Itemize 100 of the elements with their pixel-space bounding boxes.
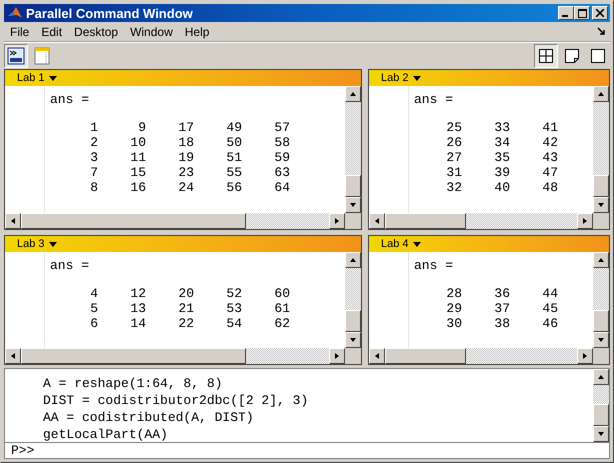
matrix-value: 44 [541, 286, 558, 301]
scroll-thumb[interactable] [345, 310, 361, 332]
scroll-right-button[interactable] [577, 213, 593, 229]
scroll-down-button[interactable] [345, 332, 361, 348]
matrix-value: 63 [273, 165, 290, 180]
matrix-value: 15 [129, 165, 146, 180]
close-icon [596, 9, 604, 17]
matrix-value: 3 [89, 150, 98, 165]
minimize-button[interactable] [558, 6, 574, 20]
up-arrow-icon [597, 374, 605, 380]
maximize-button[interactable] [574, 6, 590, 20]
menu-item[interactable]: Window [124, 26, 179, 38]
left-arrow-icon [10, 352, 16, 360]
horizontal-scrollbar[interactable] [5, 213, 345, 229]
matrix-value: 57 [273, 120, 290, 135]
left-arrow-icon [374, 352, 380, 360]
dropdown-icon[interactable] [412, 76, 421, 80]
down-arrow-icon [597, 202, 605, 208]
matrix-value: 40 [493, 180, 510, 195]
matrix-value: 51 [225, 150, 242, 165]
vertical-scrollbar[interactable] [345, 252, 361, 348]
matrix-value: 20 [177, 286, 194, 301]
matrix-value: 58 [273, 135, 290, 150]
matrix-value: 29 [445, 301, 462, 316]
matrix-value: 18 [177, 135, 194, 150]
matrix-value: 25 [445, 120, 462, 135]
undock-arrow-icon[interactable] [597, 27, 606, 36]
matrix-value: 31 [445, 165, 462, 180]
vertical-scrollbar[interactable] [593, 369, 609, 442]
scroll-up-button[interactable] [593, 369, 609, 385]
lab-title[interactable]: Lab 1 [17, 72, 45, 84]
scroll-up-button[interactable] [593, 86, 609, 102]
vertical-scrollbar[interactable] [593, 252, 609, 348]
horizontal-scrollbar[interactable] [5, 348, 345, 364]
scroll-right-button[interactable] [577, 348, 593, 364]
dropdown-icon[interactable] [48, 76, 57, 80]
scroll-left-button[interactable] [5, 348, 21, 364]
matrix-value: 23 [177, 165, 194, 180]
matrix-value: 53 [225, 301, 242, 316]
scroll-down-button[interactable] [593, 332, 609, 348]
scroll-thumb[interactable] [385, 213, 466, 229]
command-line: A = reshape(1:64, 8, 8) [43, 375, 222, 392]
scroll-left-button[interactable] [5, 213, 21, 229]
scroll-right-button[interactable] [329, 348, 345, 364]
matrix-value: 35 [493, 150, 510, 165]
left-arrow-icon [374, 217, 380, 225]
vertical-scrollbar[interactable] [345, 86, 361, 213]
scroll-thumb[interactable] [593, 310, 609, 332]
lab-title[interactable]: Lab 2 [381, 72, 409, 84]
toolbar-button[interactable] [4, 44, 28, 68]
scroll-thumb[interactable] [21, 348, 246, 364]
command-line: DIST = codistributor2dbc([2 2], 3) [43, 392, 308, 409]
scroll-thumb[interactable] [385, 348, 466, 364]
scroll-left-button[interactable] [369, 213, 385, 229]
matrix-value: 13 [129, 301, 146, 316]
matrix-value: 37 [493, 301, 510, 316]
scroll-down-button[interactable] [593, 426, 609, 442]
matrix-value: 33 [493, 120, 510, 135]
matrix-value: 2 [89, 135, 98, 150]
command-line: AA = codistributed(A, DIST) [43, 409, 254, 426]
matrix-value: 39 [493, 165, 510, 180]
matrix-value: 62 [273, 316, 290, 331]
close-button[interactable] [592, 6, 608, 20]
scroll-up-button[interactable] [345, 86, 361, 102]
matrix-value: 7 [89, 165, 98, 180]
lab-title[interactable]: Lab 3 [17, 238, 45, 250]
grid-layout-icon [539, 48, 553, 62]
scroll-up-button[interactable] [593, 252, 609, 268]
notepad-icon [34, 46, 50, 64]
menu-item[interactable]: File [4, 26, 36, 38]
command-line: getLocalPart(AA) [43, 426, 168, 443]
scroll-left-button[interactable] [369, 348, 385, 364]
horizontal-scrollbar[interactable] [369, 213, 593, 229]
scrollbar-corner [345, 348, 361, 364]
down-arrow-icon [349, 202, 357, 208]
matrix-value: 54 [225, 316, 242, 331]
horizontal-scrollbar[interactable] [369, 348, 593, 364]
matrix-value: 24 [177, 180, 194, 195]
matrix-value: 47 [541, 165, 558, 180]
menu-item[interactable]: Desktop [68, 26, 124, 38]
toolbar-button[interactable] [534, 44, 558, 68]
dropdown-icon[interactable] [48, 242, 57, 246]
vertical-scrollbar[interactable] [593, 86, 609, 213]
scroll-thumb[interactable] [345, 175, 361, 197]
matrix-value: 30 [445, 316, 462, 331]
matrix-value: 45 [541, 301, 558, 316]
lab-title[interactable]: Lab 4 [381, 238, 409, 250]
scroll-up-button[interactable] [345, 252, 361, 268]
scroll-thumb[interactable] [21, 213, 246, 229]
scroll-thumb[interactable] [593, 404, 609, 426]
matrix-value: 28 [445, 286, 462, 301]
command-input-field[interactable]: P>> [4, 443, 610, 459]
scroll-right-button[interactable] [329, 213, 345, 229]
scroll-down-button[interactable] [345, 197, 361, 213]
scroll-down-button[interactable] [593, 197, 609, 213]
scroll-thumb[interactable] [593, 175, 609, 197]
window-title: Parallel Command Window [26, 6, 193, 20]
menu-item[interactable]: Edit [35, 26, 68, 38]
dropdown-icon[interactable] [412, 242, 421, 246]
menu-item[interactable]: Help [178, 26, 216, 38]
